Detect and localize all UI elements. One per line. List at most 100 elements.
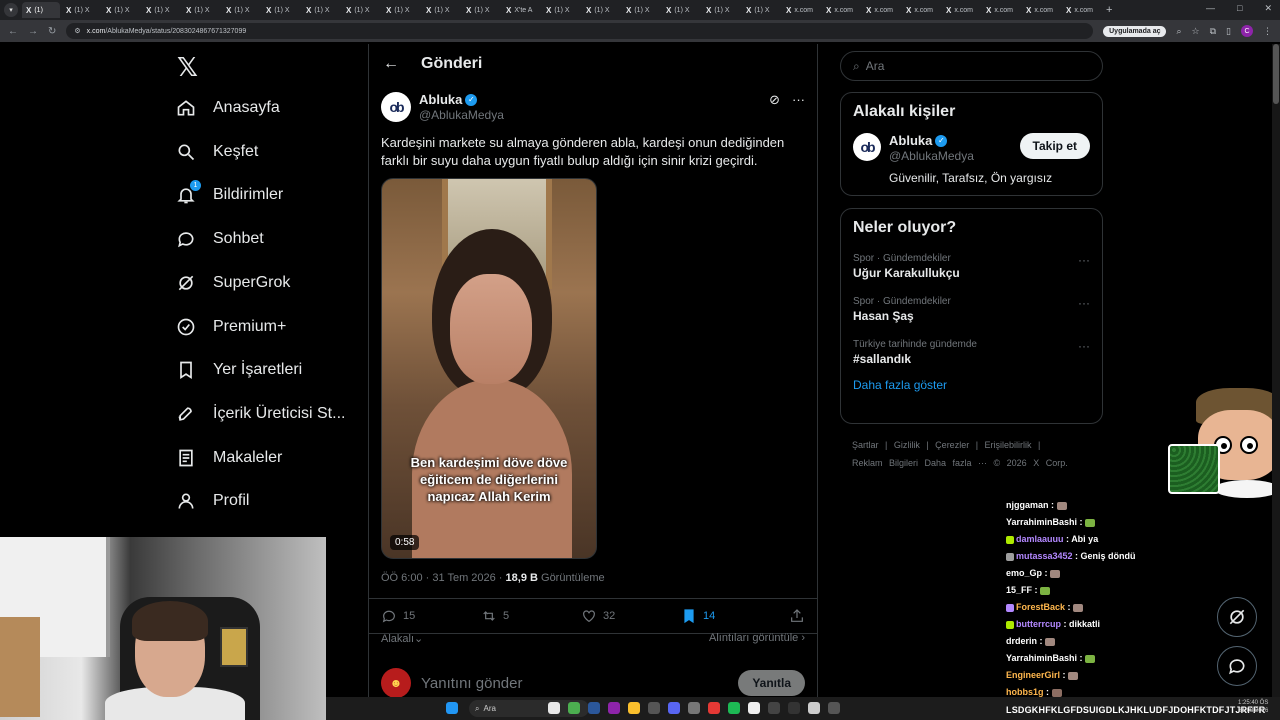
zoom-icon[interactable]: ⌕ <box>1176 26 1181 37</box>
x-logo-icon[interactable]: 𝕏 <box>177 52 198 83</box>
browser-tab[interactable]: X (1) X <box>262 2 300 18</box>
scrollbar-thumb[interactable] <box>1273 44 1279 104</box>
browser-tab[interactable]: X (1) X <box>542 2 580 18</box>
taskbar-app-icon[interactable] <box>688 702 700 714</box>
new-tab-icon[interactable]: + <box>1106 4 1112 16</box>
taskbar-app-icon[interactable] <box>768 702 780 714</box>
reply-input[interactable]: Yanıtını gönder <box>421 675 728 692</box>
post-video[interactable]: Ben kardeşimi döve döve eğiticem de diğe… <box>381 178 597 559</box>
post-author[interactable]: ob Abluka ✓ @AblukaMedya <box>381 92 504 122</box>
repost-button[interactable]: 5 <box>481 608 581 624</box>
discord-icon[interactable] <box>668 702 680 714</box>
browser-tab[interactable]: Xx.com <box>902 2 940 18</box>
page-scrollbar[interactable] <box>1272 44 1280 697</box>
taskbar-app-icon[interactable] <box>788 702 800 714</box>
spotify-icon[interactable] <box>728 702 740 714</box>
show-more-link[interactable]: Daha fazla göster <box>841 374 1102 404</box>
chrome-icon[interactable] <box>568 702 580 714</box>
browser-tab[interactable]: Xx.com <box>782 2 820 18</box>
search-input[interactable]: ⌕ Ara <box>840 51 1103 81</box>
nav-item-home[interactable]: Anasayfa <box>175 97 280 119</box>
trend-item[interactable]: Türkiye tarihinde gündemde #sallandık ··· <box>841 331 1102 374</box>
browser-tab[interactable]: X X'te A <box>502 2 540 18</box>
chat-username[interactable]: ForestBack <box>1016 602 1065 612</box>
browser-tab[interactable]: X (1) X <box>62 2 100 18</box>
messages-floating-button[interactable] <box>1217 646 1257 686</box>
taskbar-app-icon[interactable] <box>608 702 620 714</box>
browser-tab[interactable]: Xx.com <box>862 2 900 18</box>
chat-username[interactable]: hobbs1g <box>1006 687 1044 697</box>
taskbar-clock[interactable]: 1:25:40 ÖS 31.08.2026 <box>1238 699 1268 715</box>
browser-tab[interactable]: X (1) X <box>582 2 620 18</box>
browser-tab[interactable]: Xx.com <box>1062 2 1100 18</box>
trend-item[interactable]: Spor · Gündemdekiler Uğur Karakullukçu ··· <box>841 245 1102 288</box>
nav-item-rocket[interactable]: İçerik Üreticisi St... <box>175 403 345 425</box>
maximize-icon[interactable]: □ <box>1237 3 1242 14</box>
grok-floating-button[interactable] <box>1217 597 1257 637</box>
browser-tab[interactable]: X (1) X <box>342 2 380 18</box>
reply-submit-button[interactable]: Yanıtla <box>738 670 805 696</box>
browser-tab[interactable]: X (1) X <box>462 2 500 18</box>
back-arrow-icon[interactable]: ← <box>383 55 399 73</box>
taskbar-app-icon[interactable] <box>648 702 660 714</box>
minimize-icon[interactable]: — <box>1206 3 1215 14</box>
browser-tab[interactable]: X (1) X <box>662 2 700 18</box>
taskbar-app-icon[interactable] <box>828 702 840 714</box>
browser-tab[interactable]: Xx.com <box>942 2 980 18</box>
nav-item-profile[interactable]: Profil <box>175 490 249 512</box>
start-icon[interactable] <box>446 702 458 714</box>
folder-icon[interactable] <box>628 702 640 714</box>
related-dropdown[interactable]: Alakalı⌄ <box>381 632 423 645</box>
browser-tab[interactable]: X (1) X <box>142 2 180 18</box>
taskbar-app-icon[interactable] <box>748 702 760 714</box>
chat-username[interactable]: EngineerGirl <box>1006 670 1060 680</box>
chat-username[interactable]: drderin <box>1006 636 1037 646</box>
nav-item-bell[interactable]: 1 Bildirimler <box>175 180 283 206</box>
browser-tab[interactable]: Xx.com <box>822 2 860 18</box>
browser-tab[interactable]: X (1) X <box>422 2 460 18</box>
chat-username[interactable]: butterrcup <box>1016 619 1061 629</box>
close-window-icon[interactable]: ✕ <box>1264 3 1272 14</box>
like-button[interactable]: 32 <box>581 608 681 624</box>
forward-nav-icon[interactable]: → <box>28 26 38 37</box>
nav-item-grok[interactable]: SuperGrok <box>175 272 290 294</box>
browser-tab[interactable]: X (1) X <box>182 2 220 18</box>
taskbar-app-icon[interactable] <box>588 702 600 714</box>
trend-item[interactable]: Spor · Gündemdekiler Hasan Şaş ··· <box>841 288 1102 331</box>
address-bar[interactable]: ⚙ x.com/AblukaMedya/status/2083024867671… <box>66 23 1094 39</box>
reload-icon[interactable]: ↻ <box>48 26 56 37</box>
person-name[interactable]: Abluka <box>889 133 932 148</box>
browser-tab[interactable]: Xx.com <box>982 2 1020 18</box>
reply-button[interactable]: 15 <box>381 608 481 624</box>
star-icon[interactable]: ☆ <box>1192 26 1200 37</box>
more-icon[interactable]: ··· <box>792 92 805 108</box>
browser-tab[interactable]: X (1) X <box>302 2 340 18</box>
back-nav-icon[interactable]: ← <box>8 26 18 37</box>
footer-line[interactable]: Reklam Bilgileri Daha fazla ··· © 2026 X… <box>852 454 1102 472</box>
more-icon[interactable]: ··· <box>1078 253 1090 267</box>
chat-username[interactable]: mutassa3452 <box>1016 551 1073 561</box>
nav-item-premium[interactable]: Premium+ <box>175 316 286 338</box>
taskbar-app-icon[interactable] <box>808 702 820 714</box>
browser-tab[interactable]: X (1) <box>22 2 60 18</box>
chat-username[interactable]: 15_FF <box>1006 585 1032 595</box>
browser-tab[interactable]: X (1) X <box>222 2 260 18</box>
follow-button[interactable]: Takip et <box>1019 133 1090 159</box>
chat-username[interactable]: emo_Gp <box>1006 568 1042 578</box>
grok-icon[interactable]: ⊘ <box>769 92 780 108</box>
browser-tab[interactable]: Xx.com <box>1022 2 1060 18</box>
browser-tab[interactable]: X (1) X <box>382 2 420 18</box>
share-button[interactable] <box>789 608 805 624</box>
taskbar-app-icon[interactable] <box>548 702 560 714</box>
chat-username[interactable]: YarrahiminBashi <box>1006 517 1077 527</box>
more-icon[interactable]: ··· <box>1078 339 1090 353</box>
tab-search-button[interactable]: ▾ <box>4 3 18 17</box>
chat-username[interactable]: YarrahiminBashi <box>1006 653 1077 663</box>
browser-tab[interactable]: X (1) X <box>622 2 660 18</box>
user-avatar[interactable]: ☻ <box>381 668 411 698</box>
browser-tab[interactable]: X (1) X <box>702 2 740 18</box>
bookmark-button[interactable]: 14 <box>681 608 781 624</box>
author-name[interactable]: Abluka <box>419 92 462 107</box>
chat-username[interactable]: njggaman <box>1006 500 1049 510</box>
author-avatar[interactable]: ob <box>381 92 411 122</box>
